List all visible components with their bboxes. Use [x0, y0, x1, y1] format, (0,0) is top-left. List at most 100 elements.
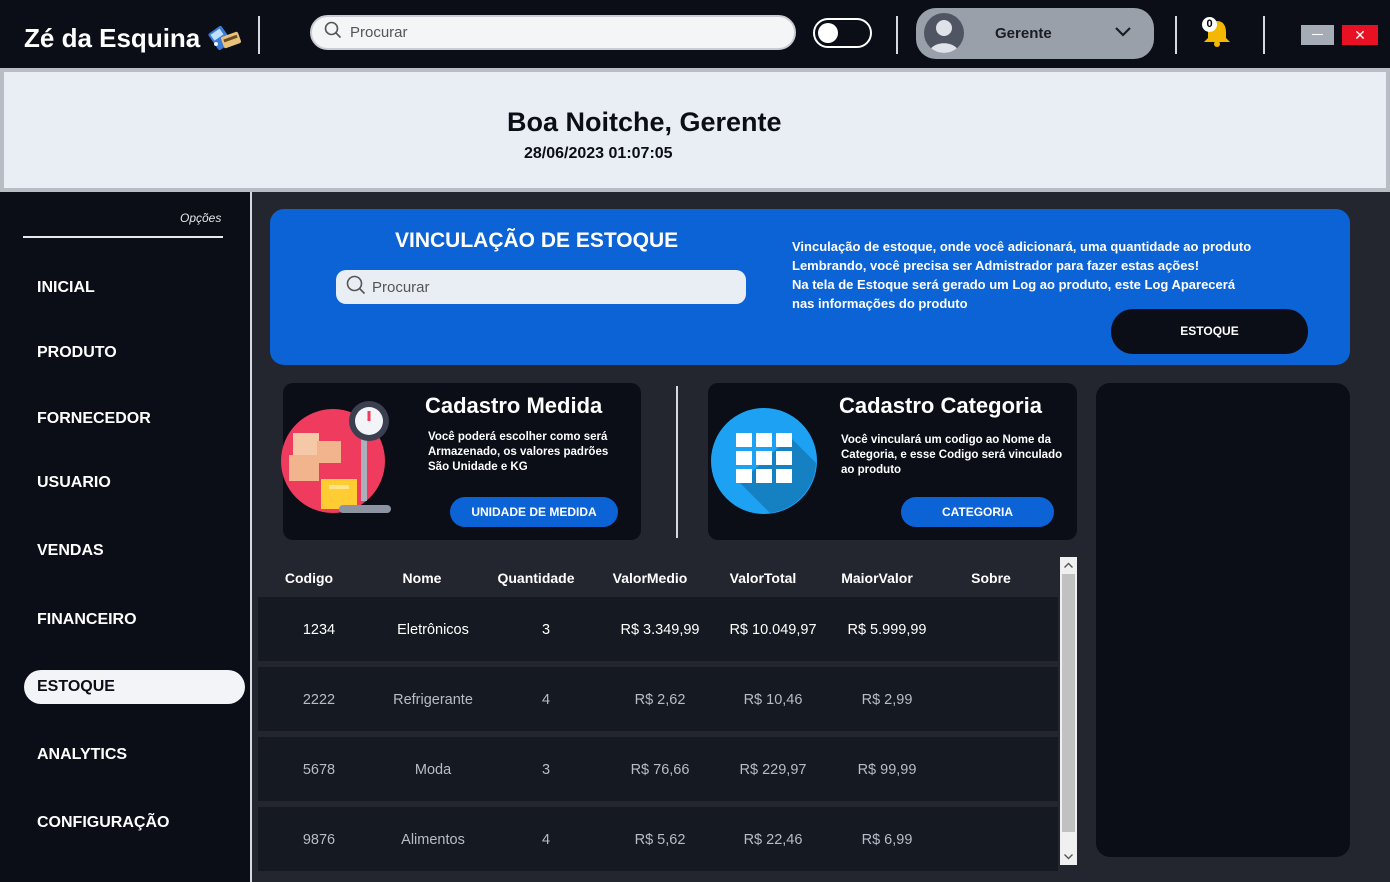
column-header[interactable]: Quantidade	[497, 570, 574, 586]
minimize-button[interactable]	[1301, 25, 1334, 45]
sidebar-item-vendas[interactable]: VENDAS	[24, 534, 245, 568]
banner-search-input[interactable]	[372, 278, 746, 296]
right-panel	[1096, 383, 1350, 857]
column-header[interactable]: ValorTotal	[730, 570, 797, 586]
cell-valor-total: R$ 10,46	[743, 692, 803, 708]
table-row[interactable]: 9876 Alimentos 4 R$ 5,62 R$ 22,46 R$ 6,9…	[258, 807, 1058, 871]
greeting-panel: Boa Noitche, Gerente 28/06/2023 01:07:05	[0, 68, 1390, 192]
divider	[896, 16, 898, 54]
cell-quantidade: 3	[541, 762, 551, 778]
cell-maior-valor: R$ 5.999,99	[847, 622, 927, 638]
card-desc-line: Você vinculará um codigo ao Nome da	[841, 434, 1052, 446]
top-search-box[interactable]	[310, 15, 796, 50]
cell-codigo: 2222	[302, 692, 336, 708]
cell-codigo: 1234	[302, 622, 336, 638]
scroll-up-arrow-icon[interactable]	[1060, 557, 1077, 574]
pos-terminal-icon	[206, 18, 244, 59]
estoque-button[interactable]: ESTOQUE	[1111, 309, 1308, 354]
banner-line: Na tela de Estoque será gerado um Log ao…	[792, 277, 1236, 292]
column-header[interactable]: Codigo	[285, 570, 333, 586]
sidebar-item-estoque[interactable]: ESTOQUE	[24, 670, 245, 704]
cell-quantidade: 4	[541, 692, 551, 708]
main-content: VINCULAÇÃO DE ESTOQUE Vinculação de esto…	[252, 192, 1390, 882]
column-header[interactable]: ValorMedio	[613, 570, 688, 586]
chevron-down-icon[interactable]	[1114, 25, 1132, 43]
notification-count: 0	[1202, 17, 1217, 32]
user-avatar-icon	[924, 13, 964, 53]
banner-title: VINCULAÇÃO DE ESTOQUE	[395, 229, 679, 252]
card-desc-line: Você poderá escolher como será	[428, 431, 608, 443]
cell-nome: Alimentos	[401, 832, 465, 848]
divider	[258, 16, 260, 54]
unidade-de-medida-button[interactable]: UNIDADE DE MEDIDA	[450, 497, 618, 527]
categoria-button[interactable]: CATEGORIA	[901, 497, 1054, 527]
card-title: Cadastro Categoria	[839, 393, 1042, 418]
cell-valor-medio: R$ 76,66	[630, 762, 690, 778]
brand: Zé da Esquina	[24, 18, 244, 59]
user-menu[interactable]: Gerente	[916, 8, 1154, 59]
card-cadastro-medida: Cadastro Medida Você poderá escolher com…	[281, 383, 641, 540]
cell-nome: Moda	[414, 762, 452, 778]
theme-toggle[interactable]	[813, 18, 872, 48]
card-description: Você vinculará um codigo ao Nome da Cate…	[841, 433, 1071, 478]
stock-table: Codigo Nome Quantidade ValorMedio ValorT…	[258, 557, 1077, 871]
user-name: Gerente	[995, 25, 1052, 42]
weighing-scale-boxes-icon	[281, 401, 395, 522]
column-header[interactable]: Sobre	[971, 570, 1011, 586]
card-title: Cadastro Medida	[425, 393, 603, 418]
card-cadastro-categoria: Cadastro Categoria Você vinculará um cod…	[708, 383, 1077, 540]
column-header[interactable]: Nome	[403, 570, 442, 586]
column-header[interactable]: MaiorValor	[841, 570, 913, 586]
cell-codigo: 5678	[302, 762, 336, 778]
cell-maior-valor: R$ 99,99	[857, 762, 917, 778]
greeting-datetime: 28/06/2023 01:07:05	[524, 145, 673, 162]
cell-valor-total: R$ 22,46	[743, 832, 803, 848]
sidebar-item-financeiro[interactable]: FINANCEIRO	[24, 603, 245, 637]
card-divider	[676, 386, 678, 538]
toggle-knob	[818, 23, 838, 43]
divider	[1175, 16, 1177, 54]
brand-name: Zé da Esquina	[24, 23, 201, 53]
cell-maior-valor: R$ 6,99	[861, 832, 913, 848]
cell-valor-medio: R$ 3.349,99	[620, 622, 700, 638]
stock-banner: VINCULAÇÃO DE ESTOQUE Vinculação de esto…	[270, 209, 1350, 365]
app-window: Zé da Esquina Procurar Gerente 0 ✕ Boa N…	[0, 0, 1390, 882]
options-label: Opções	[180, 211, 222, 225]
card-description: Você poderá escolher como será Armazenad…	[428, 430, 628, 475]
top-bar: Zé da Esquina Procurar Gerente 0 ✕	[0, 0, 1390, 68]
card-desc-line: Armazenado, os valores padrões	[428, 446, 609, 458]
card-desc-line: São Unidade e KG	[428, 461, 528, 473]
banner-line: Vinculação de estoque, onde você adicion…	[792, 239, 1252, 254]
cell-codigo: 9876	[302, 832, 336, 848]
divider	[1263, 16, 1265, 54]
sidebar-item-configuracao[interactable]: CONFIGURAÇÃO	[24, 806, 245, 840]
banner-search-box[interactable]	[336, 270, 746, 304]
sidebar-item-produto[interactable]: PRODUTO	[24, 336, 245, 370]
scroll-thumb[interactable]	[1062, 574, 1075, 832]
sidebar-item-analytics[interactable]: ANALYTICS	[24, 738, 245, 772]
scroll-down-arrow-icon[interactable]	[1060, 848, 1077, 865]
table-scrollbar[interactable]	[1060, 557, 1077, 865]
table-row[interactable]: 1234 Eletrônicos 3 R$ 3.349,99 R$ 10.049…	[258, 597, 1058, 661]
top-search-input[interactable]	[350, 24, 794, 41]
grid-category-icon	[710, 407, 818, 520]
sidebar-item-inicial[interactable]: INICIAL	[24, 271, 245, 305]
sidebar-item-fornecedor[interactable]: FORNECEDOR	[24, 402, 245, 436]
search-icon	[346, 275, 366, 300]
table-row[interactable]: 2222 Refrigerante 4 R$ 2,62 R$ 10,46 R$ …	[258, 667, 1058, 731]
cell-valor-medio: R$ 2,62	[634, 692, 686, 708]
table-header: Codigo Nome Quantidade ValorMedio ValorT…	[258, 557, 1058, 597]
sidebar-item-usuario[interactable]: USUARIO	[24, 466, 245, 500]
banner-line: Lembrando, você precisa ser Admistrador …	[792, 258, 1200, 273]
cell-quantidade: 3	[541, 622, 551, 638]
search-icon	[324, 21, 342, 44]
cell-quantidade: 4	[541, 832, 551, 848]
cell-valor-total: R$ 10.049,97	[729, 622, 817, 638]
options-divider	[23, 236, 223, 238]
cell-nome: Eletrônicos	[397, 622, 469, 638]
close-button[interactable]: ✕	[1342, 25, 1378, 45]
cell-maior-valor: R$ 2,99	[861, 692, 913, 708]
table-row[interactable]: 5678 Moda 3 R$ 76,66 R$ 229,97 R$ 99,99	[258, 737, 1058, 801]
sidebar: Opções INICIAL PRODUTO FORNECEDOR USUARI…	[0, 192, 252, 882]
card-desc-line: ao produto	[841, 464, 902, 476]
